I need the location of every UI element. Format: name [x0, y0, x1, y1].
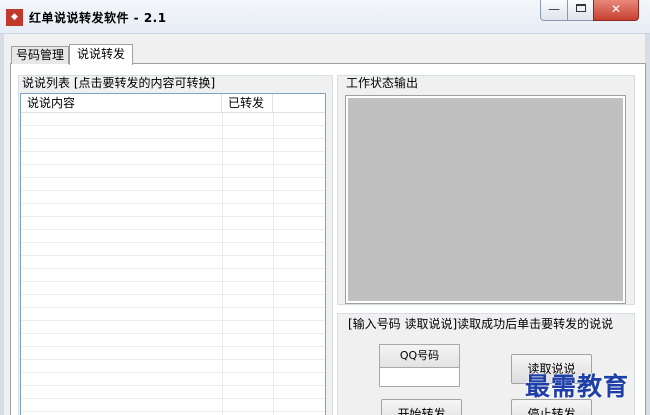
watermark-text: 最需教育	[525, 372, 630, 401]
start-forward-button[interactable]: 开始转发	[381, 399, 462, 415]
status-output-group-label: 工作状态输出	[346, 76, 419, 90]
window-border-left	[0, 34, 4, 415]
minimize-button[interactable]: —	[540, 0, 568, 21]
table-header: 说说内容 已转发	[21, 94, 325, 113]
close-icon: ✕	[610, 2, 622, 16]
window-title: 红单说说转发软件 - 2.1	[29, 11, 167, 25]
column-header-empty[interactable]	[273, 94, 325, 113]
tab-number-management[interactable]: 号码管理	[11, 46, 69, 64]
maximize-button[interactable]	[567, 0, 594, 21]
column-header-content[interactable]: 说说内容	[21, 94, 222, 113]
app-logo-icon: ◆	[6, 9, 23, 26]
post-list-group-label: 说说列表 [点击要转发的内容可转换]	[22, 76, 216, 90]
control-group-label: [输入号码 读取说说]读取成功后单击要转发的说说	[348, 317, 614, 331]
table-rows[interactable]	[21, 113, 325, 415]
column-header-forwarded[interactable]: 已转发	[222, 94, 273, 113]
qq-number-label: QQ号码	[379, 344, 460, 368]
status-output-box[interactable]	[345, 95, 626, 304]
tab-post-forward[interactable]: 说说转发	[69, 44, 133, 65]
minimize-icon: —	[548, 2, 560, 16]
qq-number-input[interactable]	[379, 367, 460, 387]
post-list-table[interactable]: 说说内容 已转发	[20, 93, 326, 415]
title-bar: ◆ 红单说说转发软件 - 2.1 — ✕	[0, 0, 650, 34]
maximize-icon	[575, 4, 586, 12]
close-button[interactable]: ✕	[593, 0, 639, 21]
